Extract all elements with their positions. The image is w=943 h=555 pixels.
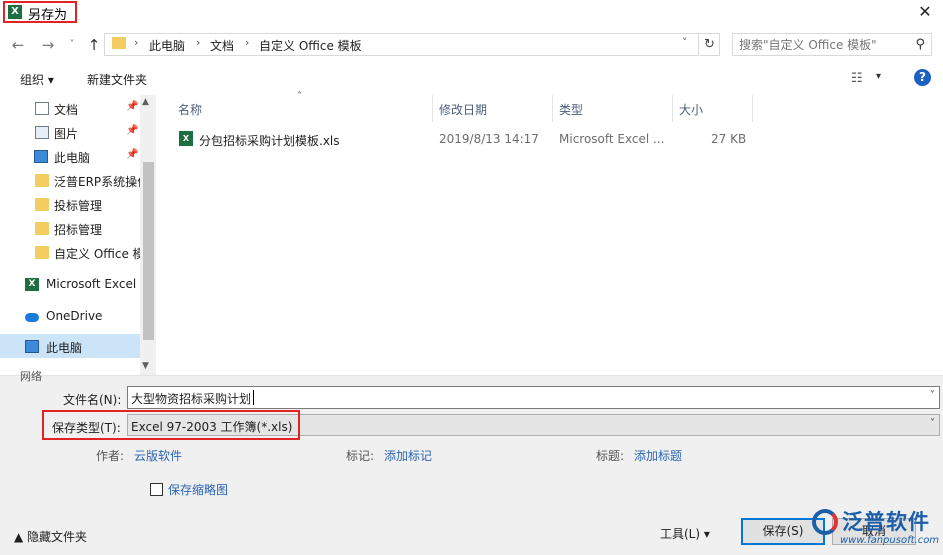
refresh-button[interactable]: ↻	[700, 33, 720, 56]
pin-icon: 📌	[126, 125, 139, 136]
column-divider[interactable]	[432, 95, 433, 122]
folder-icon	[35, 198, 49, 211]
chevron-down-icon[interactable]: ˅	[930, 390, 935, 401]
search-input[interactable]	[733, 34, 905, 55]
tags-value[interactable]: 添加标记	[384, 447, 432, 464]
column-divider[interactable]	[672, 95, 673, 122]
file-name[interactable]: 分包招标采购计划模板.xls	[199, 132, 340, 149]
save-thumbnail-checkbox[interactable]	[150, 483, 163, 496]
close-button[interactable]: ✕	[911, 0, 939, 24]
folder-icon	[35, 222, 49, 235]
scroll-up-icon[interactable]: ▲	[142, 97, 149, 107]
filename-value[interactable]: 大型物资招标采购计划	[131, 390, 251, 407]
folder-icon	[112, 37, 126, 49]
sidebar-item-label: 自定义 Office 模板	[54, 247, 140, 261]
computer-icon	[34, 150, 48, 163]
view-dropdown-icon[interactable]: ▾	[876, 71, 881, 82]
sidebar-item-onedrive[interactable]: OneDrive	[0, 305, 140, 329]
help-icon[interactable]: ?	[914, 69, 931, 86]
new-folder-button[interactable]: 新建文件夹	[87, 71, 147, 88]
view-options-icon[interactable]: ☷	[851, 71, 863, 86]
watermark-url: www.fanpusoft.com	[840, 535, 940, 546]
sidebar-item-label: OneDrive	[46, 309, 103, 323]
breadcrumb-separator: ›	[245, 36, 250, 49]
text-caret	[253, 390, 254, 405]
breadcrumb-separator: ›	[196, 36, 201, 49]
recent-locations-button[interactable]: ˅	[62, 36, 82, 54]
excel-icon: X	[8, 5, 22, 19]
address-bar[interactable]	[104, 33, 699, 56]
sidebar-item-label: 此电脑	[54, 151, 91, 165]
file-type: Microsoft Excel ...	[559, 132, 665, 146]
window-title: 另存为	[28, 8, 68, 23]
sidebar-item-label: 招标管理	[54, 223, 103, 237]
tools-button[interactable]: 工具(L) ▾	[660, 525, 710, 542]
search-icon[interactable]: ⚲	[915, 37, 925, 52]
watermark-text: 泛普软件	[842, 510, 930, 534]
sidebar-scroll-thumb[interactable]	[143, 162, 154, 340]
breadcrumb-custom-office-templates[interactable]: 自定义 Office 模板	[259, 37, 362, 54]
sidebar-item-this-pc[interactable]: 此电脑	[0, 335, 140, 359]
sidebar-item-label: 投标管理	[54, 199, 103, 213]
file-modified: 2019/8/13 14:17	[439, 132, 539, 146]
file-size: 27 KB	[711, 132, 747, 146]
pin-icon: 📌	[126, 149, 139, 160]
author-value[interactable]: 云版软件	[134, 447, 182, 464]
column-divider[interactable]	[552, 95, 553, 122]
column-header-name[interactable]: 名称	[178, 101, 202, 118]
title-bar	[0, 0, 943, 26]
address-dropdown-icon[interactable]: ˅	[682, 36, 688, 49]
filename-label: 文件名(N):	[63, 393, 122, 407]
sidebar-item-label: 文档	[54, 103, 79, 117]
filename-input[interactable]: 大型物资招标采购计划 ˅	[127, 386, 940, 409]
breadcrumb-this-pc[interactable]: 此电脑	[149, 37, 185, 54]
cloud-icon	[25, 313, 39, 322]
sidebar-item-pictures[interactable]: 图片 📌	[0, 121, 140, 145]
breadcrumb-separator: ›	[134, 36, 139, 49]
tags-label: 标记:	[346, 449, 375, 463]
sidebar-item-label: 图片	[54, 127, 79, 141]
navigation-pane: 文档 📌 图片 📌 此电脑 📌 泛普ERP系统操作 投标管理 招标管理 自定义 …	[0, 95, 156, 375]
organize-button[interactable]: 组织 ▾	[20, 71, 54, 88]
computer-icon	[25, 340, 39, 353]
search-box[interactable]: ⚲	[732, 33, 932, 56]
chevron-down-icon[interactable]: ˅	[930, 418, 935, 429]
sidebar-item-network-partial[interactable]: 网络	[20, 368, 42, 384]
sidebar-item-label: 泛普ERP系统操作	[54, 175, 140, 189]
folder-icon	[35, 246, 49, 259]
column-header-type[interactable]: 类型	[559, 101, 583, 118]
sidebar-item-microsoft-excel[interactable]: X Microsoft Excel	[0, 273, 140, 297]
back-button[interactable]: ←	[8, 36, 28, 54]
title-value[interactable]: 添加标题	[634, 447, 682, 464]
document-icon	[35, 102, 49, 115]
excel-icon: X	[25, 278, 39, 291]
sort-ascending-icon: ˄	[297, 91, 302, 102]
column-header-modified[interactable]: 修改日期	[439, 101, 487, 118]
sidebar-item-bid-management[interactable]: 投标管理	[0, 193, 140, 217]
sidebar-item-label: 此电脑	[46, 341, 83, 355]
column-header-size[interactable]: 大小	[679, 101, 703, 118]
title-label: 标题:	[596, 449, 625, 463]
hide-folders-button[interactable]: ▲ 隐藏文件夹	[14, 528, 87, 545]
excel-file-icon: X	[179, 131, 193, 146]
breadcrumb-documents[interactable]: 文档	[210, 37, 234, 54]
picture-icon	[35, 126, 49, 139]
forward-button[interactable]: →	[38, 36, 58, 54]
scroll-down-icon[interactable]: ▼	[142, 361, 149, 371]
pin-icon: 📌	[126, 101, 139, 112]
sidebar-item-fanpu-erp[interactable]: 泛普ERP系统操作	[0, 169, 140, 193]
up-button[interactable]: ↑	[84, 36, 104, 54]
fanpu-logo-icon	[812, 509, 838, 535]
sidebar-item-this-pc-pinned[interactable]: 此电脑 📌	[0, 145, 140, 169]
sidebar-item-documents[interactable]: 文档 📌	[0, 97, 140, 121]
sidebar-item-tender-management[interactable]: 招标管理	[0, 217, 140, 241]
filetype-label: 保存类型(T):	[52, 421, 121, 435]
sidebar-item-label: Microsoft Excel	[46, 277, 137, 291]
sidebar-item-custom-office-templates[interactable]: 自定义 Office 模板	[0, 241, 140, 265]
folder-icon	[35, 174, 49, 187]
author-label: 作者:	[96, 449, 125, 463]
column-divider[interactable]	[752, 95, 753, 122]
save-thumbnail-label[interactable]: 保存缩略图	[168, 481, 228, 498]
watermark: 泛普软件 www.fanpusoft.com	[812, 505, 943, 555]
